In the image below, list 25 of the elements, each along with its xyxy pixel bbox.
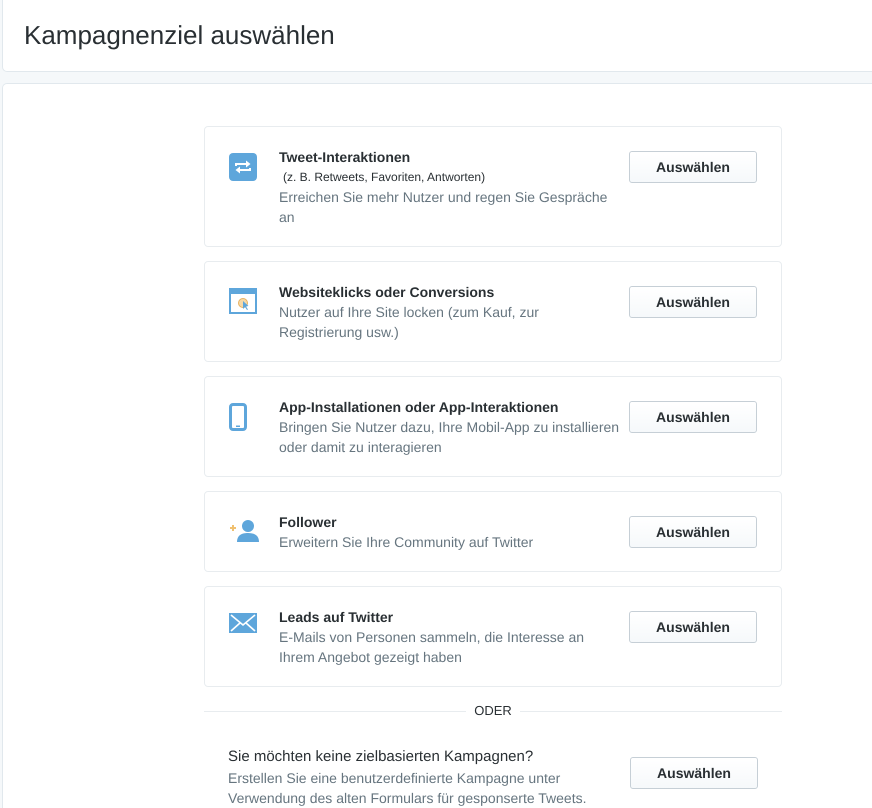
select-button[interactable]: Auswählen: [629, 516, 757, 548]
browser-window-icon: [229, 288, 257, 314]
select-button[interactable]: Auswählen: [629, 401, 757, 433]
select-button[interactable]: Auswählen: [629, 151, 757, 183]
objective-description: Bringen Sie Nutzer dazu, Ihre Mobil-App zu installieren oder damit zu interagieren: [279, 418, 620, 457]
objective-title: Follower: [279, 513, 338, 532]
add-user-icon: [229, 518, 261, 542]
objective-title: Leads auf Twitter: [279, 608, 394, 627]
objective-description: Erweitern Sie Ihre Community auf Twitter: [279, 533, 534, 552]
objective-title: Websiteklicks oder Conversions: [279, 283, 496, 302]
objective-description: E-Mails von Personen sammeln, die Interesse an Ihrem Angebot gezeigt haben: [279, 628, 586, 667]
custom-title: Sie möchten keine zielbasierten Kampagnen?: [228, 747, 534, 767]
objective-title: Tweet-Interaktionen: [279, 148, 412, 167]
select-button[interactable]: Auswählen: [629, 611, 757, 643]
select-button[interactable]: Auswählen: [629, 286, 757, 318]
custom-description: Erstellen Sie eine benutzerdefinierte Kampagne unter Verwendung des alten Formulars für gesponserte Tweets.: [228, 769, 588, 808]
objective-title: App-Installationen oder App-Interaktionen: [279, 398, 560, 417]
objective-description: Erreichen Sie mehr Nutzer und regen Sie Gespräche an: [279, 188, 608, 227]
objective-note: (z. B. Retweets, Favoriten, Antworten): [282, 169, 486, 186]
retweet-icon: [229, 153, 257, 181]
phone-icon: [229, 403, 247, 431]
objective-description: Nutzer auf Ihre Site locken (zum Kauf, zur Registrierung usw.): [279, 303, 540, 342]
page-title: Kampagnenziel auswählen: [24, 20, 335, 51]
envelope-icon: [229, 613, 257, 633]
select-button[interactable]: Auswählen: [630, 757, 758, 789]
